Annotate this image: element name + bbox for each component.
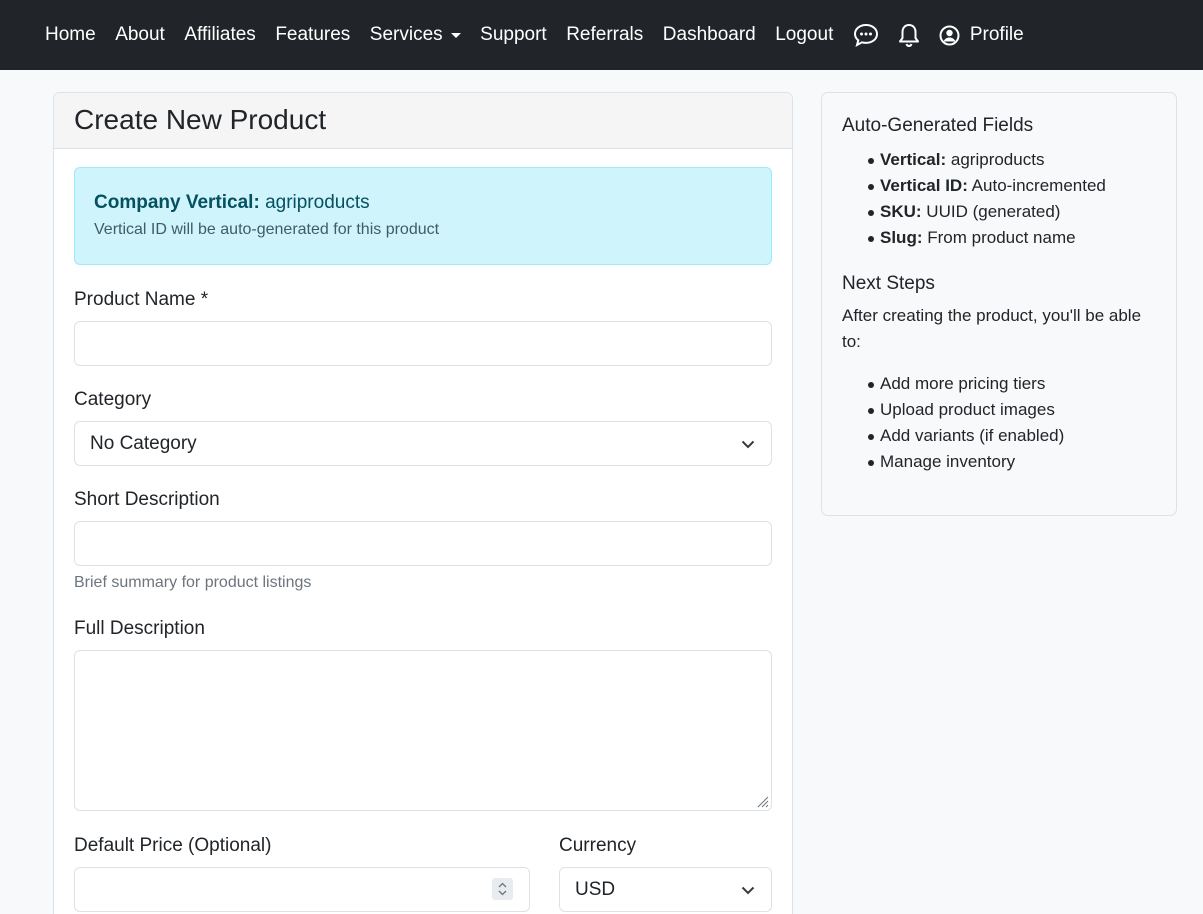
profile-label: Profile <box>969 24 1024 45</box>
nav-about[interactable]: About <box>115 24 165 46</box>
full-description-textarea[interactable] <box>74 650 772 811</box>
nav-logout[interactable]: Logout <box>775 24 833 46</box>
category-group: Category No Category <box>74 389 772 466</box>
nav-support[interactable]: Support <box>480 24 547 46</box>
product-name-label: Product Name * <box>74 289 209 310</box>
nav-home[interactable]: Home <box>45 24 96 46</box>
nav-referrals[interactable]: Referrals <box>566 24 643 46</box>
next-steps-intro: After creating the product, you'll be ab… <box>842 306 1142 351</box>
full-description-label: Full Description <box>74 618 205 639</box>
spinner-arrows-icon <box>498 882 507 896</box>
number-spinner[interactable] <box>492 878 513 900</box>
alert-note: Vertical ID will be auto-generated for t… <box>94 221 440 238</box>
profile-link[interactable]: Profile <box>939 24 1024 46</box>
vertical-info-alert: Company Vertical: agriproducts Vertical … <box>74 167 772 265</box>
card-header: Create New Product <box>54 93 792 149</box>
field-key: Vertical: <box>880 150 947 169</box>
alert-title: Company Vertical: agriproducts <box>94 192 752 214</box>
list-item: Add variants (if enabled) <box>868 423 1156 449</box>
user-circle-icon <box>939 25 960 45</box>
nav-affiliates[interactable]: Affiliates <box>184 24 255 46</box>
field-value: UUID (generated) <box>926 202 1061 221</box>
short-description-help: Brief summary for product listings <box>74 574 312 591</box>
list-item: Manage inventory <box>868 449 1156 475</box>
alert-label: Company Vertical: <box>94 192 260 213</box>
category-select[interactable]: No Category <box>74 421 772 466</box>
caret-down-icon <box>450 32 461 38</box>
field-value: agriproducts <box>950 150 1045 169</box>
next-steps-list: Add more pricing tiers Upload product im… <box>842 371 1156 475</box>
list-item: SKU: UUID (generated) <box>868 199 1156 225</box>
category-selected: No Category <box>90 432 197 454</box>
list-item: Vertical: agriproducts <box>868 147 1156 173</box>
full-description-group: Full Description <box>74 618 772 811</box>
list-item: Vertical ID: Auto-incremented <box>868 173 1156 199</box>
nav-services-dropdown[interactable]: Services <box>370 24 461 46</box>
list-item: Upload product images <box>868 397 1156 423</box>
default-price-label: Default Price (Optional) <box>74 835 272 856</box>
field-value: Auto-incremented <box>971 176 1106 195</box>
product-name-group: Product Name * <box>74 289 772 366</box>
list-item: Add more pricing tiers <box>868 371 1156 397</box>
list-item: Slug: From product name <box>868 225 1156 251</box>
currency-selected: USD <box>575 878 616 900</box>
field-key: Vertical ID: <box>880 176 968 195</box>
currency-label: Currency <box>559 835 637 856</box>
field-key: SKU: <box>880 202 922 221</box>
page-title: Create New Product <box>74 104 327 135</box>
bell-icon[interactable] <box>897 22 921 48</box>
short-description-group: Short Description Brief summary for prod… <box>74 489 772 592</box>
chat-icon[interactable] <box>853 23 879 47</box>
currency-select[interactable]: USD <box>559 867 772 912</box>
auto-generated-list: Vertical: agriproducts Vertical ID: Auto… <box>842 147 1156 251</box>
next-steps-title: Next Steps <box>842 273 935 294</box>
card-body: Company Vertical: agriproducts Vertical … <box>54 149 792 914</box>
create-product-card: Create New Product Company Vertical: agr… <box>53 92 793 914</box>
price-currency-row: Default Price (Optional) Currency USD <box>74 835 772 912</box>
alert-value: agriproducts <box>265 192 370 213</box>
default-price-group: Default Price (Optional) <box>74 835 530 912</box>
product-name-input[interactable] <box>74 321 772 366</box>
short-description-label: Short Description <box>74 489 220 510</box>
chevron-down-icon <box>741 440 755 449</box>
category-label: Category <box>74 389 152 410</box>
default-price-input[interactable] <box>74 867 530 912</box>
nav-features[interactable]: Features <box>275 24 350 46</box>
chevron-down-icon <box>741 886 755 895</box>
info-sidebar-card: Auto-Generated Fields Vertical: agriprod… <box>821 92 1177 516</box>
resize-handle-icon[interactable] <box>755 794 769 808</box>
top-navbar: Home About Affiliates Features Services … <box>0 0 1203 70</box>
nav-dashboard[interactable]: Dashboard <box>663 24 756 46</box>
currency-group: Currency USD <box>559 835 772 912</box>
nav-services-label: Services <box>369 24 443 45</box>
field-value: From product name <box>927 228 1076 247</box>
short-description-input[interactable] <box>74 521 772 566</box>
field-key: Slug: <box>880 228 923 247</box>
auto-generated-title: Auto-Generated Fields <box>842 115 1034 136</box>
